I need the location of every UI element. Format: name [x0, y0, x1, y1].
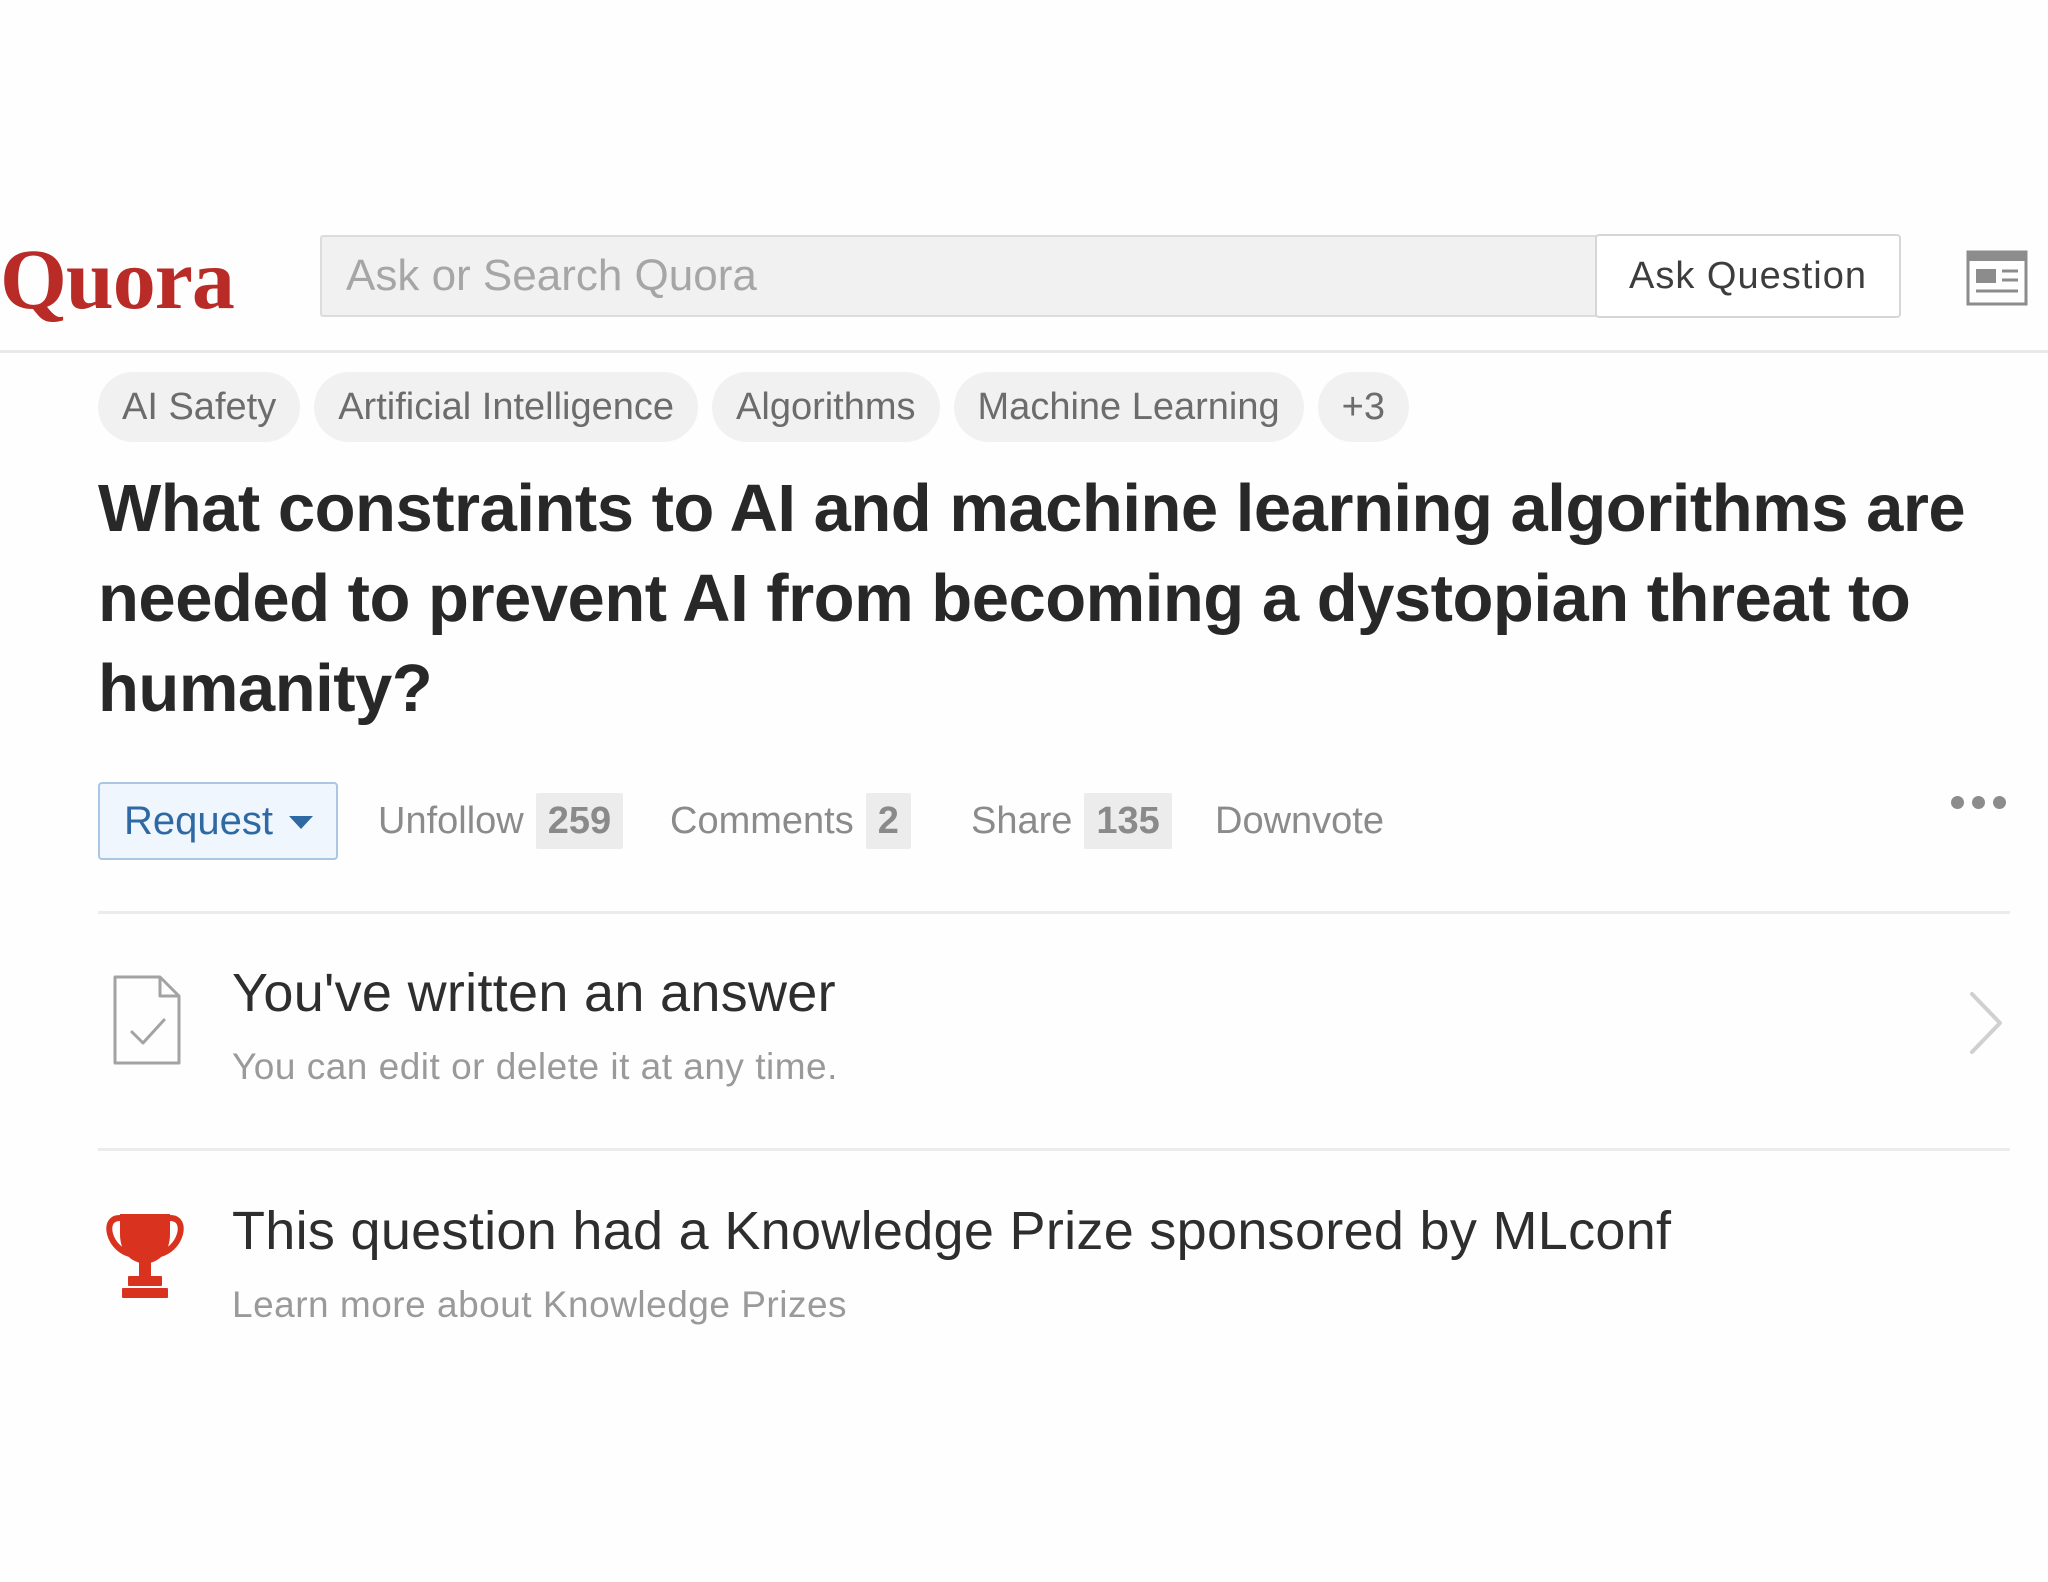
- share-button[interactable]: Share 135: [971, 782, 1172, 860]
- page: Quora Ask Question AI Safety Artificial …: [0, 0, 2048, 1582]
- top-header: Quora Ask Question: [0, 200, 2048, 353]
- question-action-bar: Request Unfollow 259 Comments 2 Share 13…: [98, 782, 2008, 860]
- share-count: 135: [1084, 793, 1172, 849]
- topic-pill-algorithms[interactable]: Algorithms: [712, 372, 940, 442]
- comments-button[interactable]: Comments 2: [670, 782, 911, 860]
- newspaper-icon[interactable]: [1966, 250, 2028, 306]
- unfollow-button[interactable]: Unfollow 259: [378, 782, 624, 860]
- unfollow-label: Unfollow: [378, 799, 524, 842]
- share-label: Share: [971, 799, 1073, 842]
- ask-question-button[interactable]: Ask Question: [1595, 234, 1901, 318]
- topic-list: AI Safety Artificial Intelligence Algori…: [98, 372, 1409, 442]
- topic-pill-machine-learning[interactable]: Machine Learning: [953, 372, 1304, 442]
- question-title: What constraints to AI and machine learn…: [98, 471, 1966, 726]
- knowledge-prize-notice: This question had a Knowledge Prize spon…: [98, 1200, 2010, 1330]
- knowledge-prize-title: This question had a Knowledge Prize spon…: [232, 1201, 1672, 1261]
- divider: [98, 911, 2010, 914]
- more-dots-icon[interactable]: [1951, 796, 2006, 809]
- topic-pill-more[interactable]: +3: [1317, 372, 1409, 442]
- caret-down-icon: [288, 816, 313, 830]
- downvote-button[interactable]: Downvote: [1215, 782, 1384, 860]
- dot: [1951, 796, 1964, 809]
- document-check-icon: [113, 975, 181, 1065]
- topic-pill-artificial-intelligence[interactable]: Artificial Intelligence: [314, 372, 699, 442]
- written-answer-title: You've written an answer: [232, 963, 836, 1023]
- quora-logo[interactable]: Quora: [0, 236, 235, 322]
- divider: [98, 1148, 2010, 1151]
- search-input[interactable]: [320, 235, 1596, 317]
- request-label: Request: [124, 798, 273, 843]
- downvote-label: Downvote: [1215, 799, 1384, 842]
- knowledge-prize-link[interactable]: Learn more about Knowledge Prizes: [232, 1284, 847, 1326]
- topic-pill-ai-safety[interactable]: AI Safety: [98, 372, 301, 442]
- written-answer-subtitle: You can edit or delete it at any time.: [232, 1046, 838, 1087]
- comments-label: Comments: [670, 799, 854, 842]
- trophy-icon: [106, 1214, 184, 1298]
- dot: [1972, 796, 1985, 809]
- written-answer-notice[interactable]: You've written an answer You can edit or…: [98, 962, 2010, 1087]
- request-button[interactable]: Request: [98, 782, 338, 860]
- unfollow-count: 259: [535, 793, 624, 849]
- chevron-right-icon[interactable]: [1968, 990, 2004, 1056]
- dot: [1993, 796, 2006, 809]
- comments-count: 2: [865, 793, 911, 849]
